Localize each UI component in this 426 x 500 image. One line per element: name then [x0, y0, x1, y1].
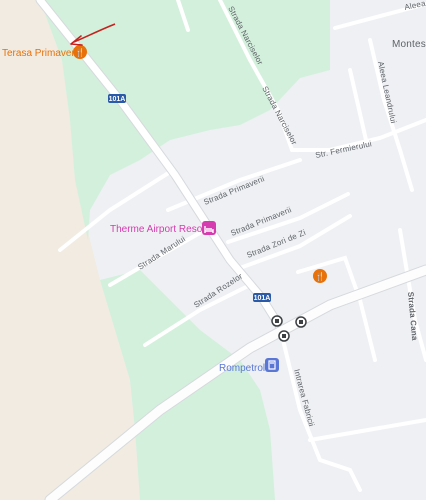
label-montess: Montess — [392, 39, 426, 50]
map-view[interactable]: Aleea Montess Strada Narciselor Strada N… — [0, 0, 426, 500]
shield-label: 101A — [109, 96, 126, 103]
bus-glyph — [282, 334, 286, 338]
road-shield-101a-south: 101A — [253, 293, 271, 302]
gas-station-icon[interactable] — [265, 358, 279, 372]
hotel-bed-icon[interactable] — [202, 221, 216, 235]
map-canvas[interactable]: Aleea Montess Strada Narciselor Strada N… — [0, 0, 426, 500]
poi-restaurant-east[interactable]: 🍴 — [313, 269, 327, 283]
shield-label: 101A — [254, 295, 271, 302]
road-shield-101a-north: 101A — [108, 94, 126, 103]
poi-terasa-label: Terasa Primaverii — [2, 48, 79, 59]
poi-hotel-label: Therme Airport Resort — [110, 224, 209, 235]
bus-stop[interactable] — [278, 330, 290, 342]
bus-glyph — [275, 319, 279, 323]
bus-stop[interactable] — [295, 316, 307, 328]
poi-rompetrol-label: Rompetrol — [219, 363, 265, 374]
poi-therme-airport-resort[interactable]: Therme Airport Resort — [110, 221, 216, 235]
poi-terasa-primaverii[interactable]: Terasa Primaverii 🍴 — [2, 45, 87, 59]
fork-knife-glyph: 🍴 — [75, 47, 85, 57]
bus-glyph — [299, 320, 303, 324]
fork-knife-glyph: 🍴 — [315, 271, 325, 281]
bus-stop[interactable] — [271, 315, 283, 327]
